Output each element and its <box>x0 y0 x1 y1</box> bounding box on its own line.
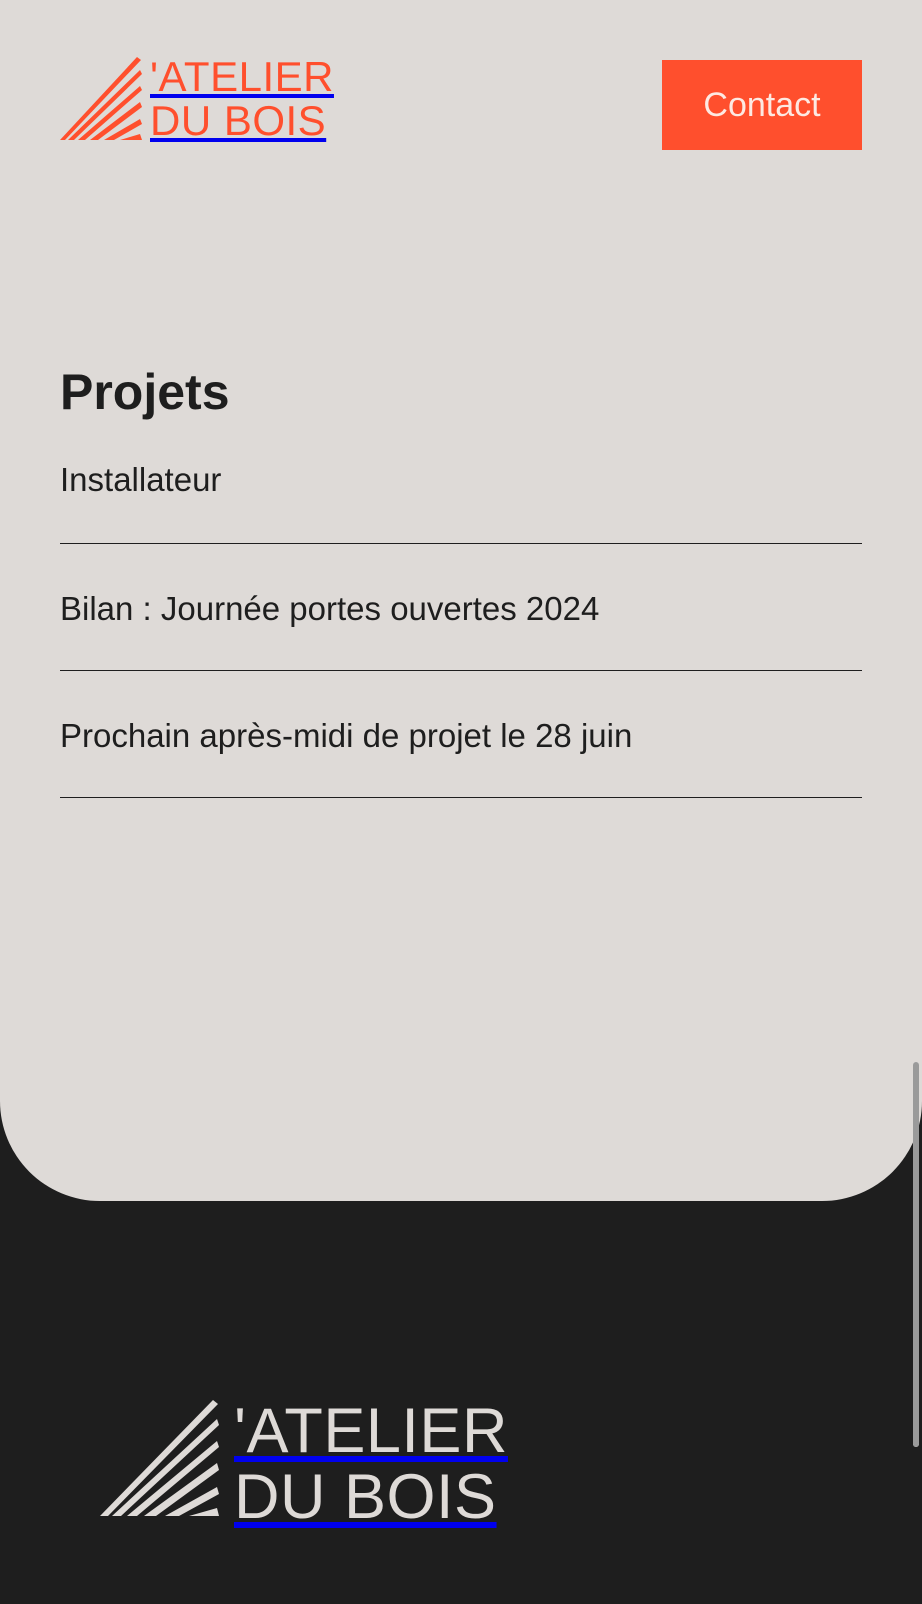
page: 'ATELIER DU BOIS Contact Projets Install… <box>0 0 922 1604</box>
scrollbar-thumb[interactable] <box>913 1062 919 1447</box>
fan-lines-icon <box>60 57 142 140</box>
header-logo-wordmark: 'ATELIER DU BOIS <box>150 55 334 143</box>
fan-lines-icon <box>100 1400 219 1516</box>
project-list-item: Bilan : Journée portes ouvertes 2024 <box>60 544 862 671</box>
contact-button[interactable]: Contact <box>662 60 862 150</box>
project-list-item: Prochain après-midi de projet le 28 juin <box>60 671 862 798</box>
logo-line-1: 'ATELIER <box>150 53 334 100</box>
main-panel: 'ATELIER DU BOIS Contact Projets Install… <box>0 0 922 1201</box>
logo-line-2: DU BOIS <box>150 97 327 144</box>
project-link-prochain[interactable]: Prochain après-midi de projet le 28 juin <box>60 716 632 756</box>
project-link-bilan[interactable]: Bilan : Journée portes ouvertes 2024 <box>60 589 599 629</box>
header-logo[interactable]: 'ATELIER DU BOIS <box>60 55 334 143</box>
logo-line-1: 'ATELIER <box>234 1396 508 1466</box>
project-link-installateur[interactable]: Installateur <box>60 460 221 500</box>
scrollbar[interactable] <box>913 1062 919 1447</box>
logo-line-2: DU BOIS <box>234 1462 497 1532</box>
projects-title: Projets <box>60 364 230 420</box>
project-list: Installateur Bilan : Journée portes ouve… <box>60 448 862 798</box>
project-list-item: Installateur <box>60 448 862 544</box>
footer-logo[interactable]: 'ATELIER DU BOIS <box>100 1398 508 1530</box>
footer-logo-wordmark: 'ATELIER DU BOIS <box>234 1398 508 1530</box>
